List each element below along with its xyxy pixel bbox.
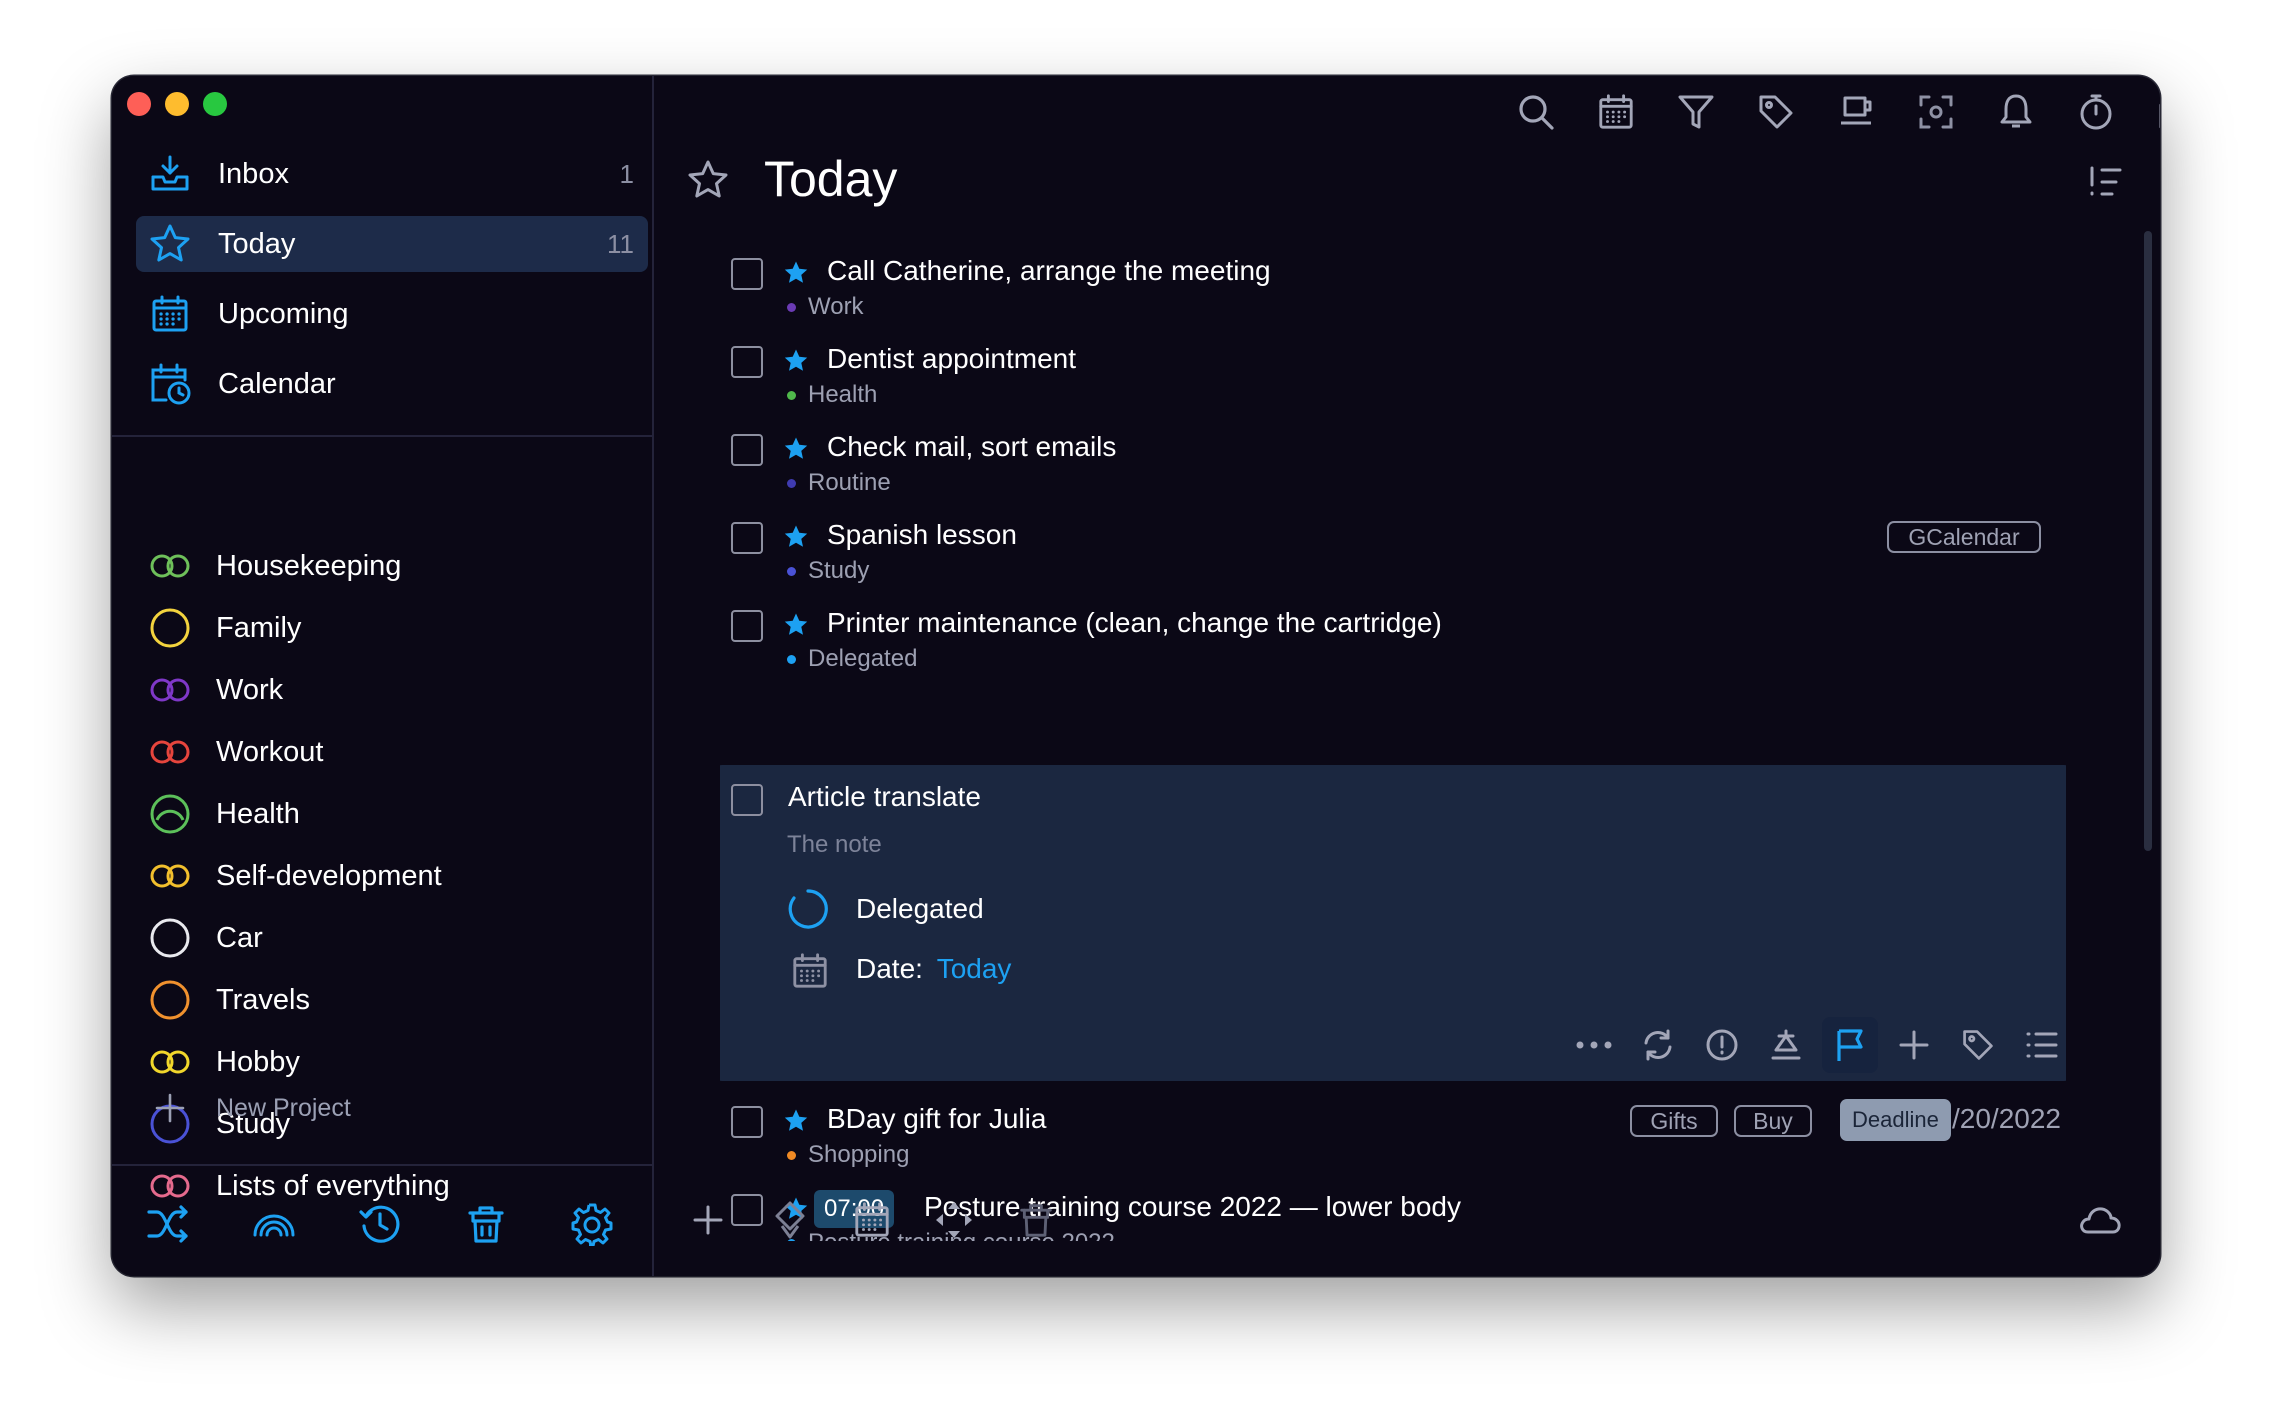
buy-tag[interactable]: Buy: [1734, 1105, 1812, 1137]
task-project-label: Shopping: [808, 1141, 910, 1168]
calendar-icon[interactable]: [1590, 86, 1642, 138]
more-icon[interactable]: [1570, 1021, 1618, 1069]
task-list: Call Catherine, arrange the meeting Work…: [720, 251, 2066, 1241]
task-title: Call Catherine, arrange the meeting: [827, 255, 1271, 286]
main-panel: Today Call Catherine, arrange the meetin…: [654, 76, 2160, 1276]
star-icon[interactable]: [783, 348, 809, 374]
task-checkbox[interactable]: [731, 1106, 763, 1138]
calendar-icon[interactable]: [844, 1192, 900, 1248]
tag-icon[interactable]: [1750, 86, 1802, 138]
task-project: Delegated: [787, 645, 917, 673]
calendar-icon: [788, 949, 832, 993]
task-project: Work: [787, 293, 864, 321]
project-dot: [787, 390, 796, 400]
date-value[interactable]: Today: [937, 953, 1012, 984]
sort-priority-icon[interactable]: [2084, 160, 2128, 204]
scrollbar[interactable]: [2144, 231, 2152, 851]
date-row[interactable]: Date: Today: [856, 953, 1011, 985]
task-checkbox[interactable]: [731, 522, 763, 554]
shuffle-icon[interactable]: [140, 1196, 196, 1252]
plus-icon: [148, 1086, 192, 1130]
project-dot: [787, 478, 796, 488]
star-icon[interactable]: [783, 1108, 809, 1134]
filter-icon[interactable]: [1670, 86, 1722, 138]
task-checkbox[interactable]: [731, 434, 763, 466]
coffee-icon[interactable]: [1830, 86, 1882, 138]
rainbow-icon[interactable]: [246, 1196, 302, 1252]
bell-icon[interactable]: [1990, 86, 2042, 138]
window-overlay: New Project Today Call Catherine, arrang…: [112, 76, 2160, 1276]
plus-icon[interactable]: [680, 1192, 736, 1248]
delegated-project-icon: [786, 887, 830, 931]
history-icon[interactable]: [352, 1196, 408, 1252]
gifts-tag[interactable]: Gifts: [1630, 1105, 1718, 1137]
repeat-icon[interactable]: [1634, 1021, 1682, 1069]
task-project-label: Delegated: [808, 645, 918, 672]
stopwatch-icon[interactable]: [2070, 86, 2122, 138]
sidebar-lower: New Project: [112, 76, 652, 1276]
focus-icon[interactable]: [1910, 86, 1962, 138]
star-icon[interactable]: [783, 436, 809, 462]
date-label: Date:: [856, 953, 923, 984]
task-checkbox[interactable]: [731, 610, 763, 642]
sidebar-divider: [112, 1164, 652, 1166]
cloud-icon[interactable]: [2072, 1192, 2128, 1248]
copy-icon[interactable]: [2150, 86, 2160, 138]
project-dot: [787, 302, 796, 312]
star-icon[interactable]: [783, 524, 809, 550]
task-checkbox[interactable]: [731, 784, 763, 816]
tag-icon[interactable]: [1954, 1021, 2002, 1069]
star-icon[interactable]: [783, 260, 809, 286]
task-project: Study: [787, 557, 869, 585]
star-icon[interactable]: [783, 612, 809, 638]
gcalendar-tag[interactable]: GCalendar: [1887, 521, 2041, 553]
task-project: Routine: [787, 469, 891, 497]
task-title: BDay gift for Julia: [827, 1103, 1047, 1134]
today-star-icon: [682, 154, 734, 206]
search-icon[interactable]: [1510, 86, 1562, 138]
task-title: Spanish lesson: [827, 519, 1017, 550]
task-project: Health: [787, 381, 877, 409]
task-project-label: Health: [808, 381, 878, 408]
reminder-icon[interactable]: [1762, 1021, 1810, 1069]
deadline-date[interactable]: /20/2022: [1952, 1103, 2061, 1135]
priority-diamond-icon[interactable]: [762, 1192, 818, 1248]
gear-icon[interactable]: [564, 1196, 620, 1252]
move-arrows-icon[interactable]: [926, 1192, 982, 1248]
deadline-tooltip: Deadline: [1840, 1099, 1951, 1141]
trash-icon[interactable]: [458, 1196, 514, 1252]
task-title: Dentist appointment: [827, 343, 1077, 374]
new-project-button[interactable]: New Project: [148, 1085, 351, 1131]
task-checkbox[interactable]: [731, 258, 763, 290]
task-title-input[interactable]: Article translate: [788, 781, 981, 813]
task-title: Check mail, sort emails: [827, 431, 1117, 462]
priority-icon[interactable]: [1698, 1021, 1746, 1069]
task-project-label: Routine: [808, 469, 891, 496]
task-title: Posture training course 2022 — lower bod…: [924, 1191, 1461, 1222]
page-title: Today: [764, 151, 898, 207]
new-project-label: New Project: [216, 1093, 351, 1122]
task-project: Shopping: [787, 1141, 909, 1169]
flag-icon[interactable]: [1822, 1017, 1878, 1073]
task-checkbox[interactable]: [731, 346, 763, 378]
task-project-label: Study: [808, 557, 870, 584]
project-dot: [787, 654, 796, 664]
task-title: Printer maintenance (clean, change the c…: [827, 607, 1442, 638]
move-icon[interactable]: [1890, 1021, 1938, 1069]
expanded-project-label[interactable]: Delegated: [856, 893, 984, 925]
task-action-bar: [1570, 1017, 2058, 1073]
trash-icon[interactable]: [1008, 1192, 1064, 1248]
project-dot: [787, 566, 796, 576]
project-dot: [787, 1150, 796, 1160]
task-project-label: Work: [808, 293, 864, 320]
checklist-icon[interactable]: [2018, 1021, 2066, 1069]
task-note-field[interactable]: The note: [787, 831, 882, 859]
